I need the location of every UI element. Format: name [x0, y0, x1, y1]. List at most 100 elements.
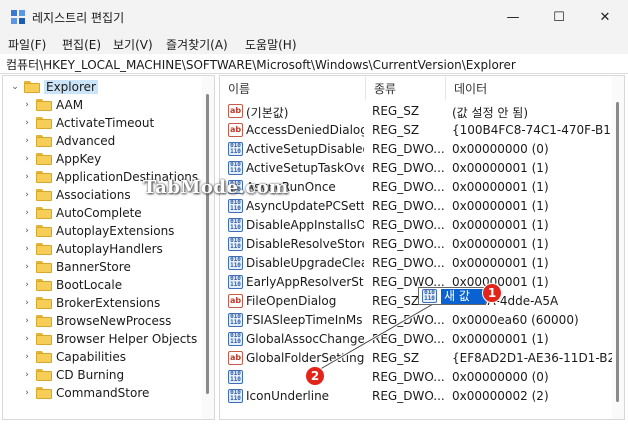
chevron-right-icon[interactable]: › — [21, 330, 33, 348]
tree-item[interactable]: › AutoplayHandlers — [21, 240, 163, 258]
tree-item[interactable]: › Advanced — [21, 132, 115, 150]
value-name: FileOpenDialog — [246, 294, 337, 308]
address-bar[interactable]: 컴퓨터\HKEY_LOCAL_MACHINE\SOFTWARE\Microsof… — [0, 54, 628, 74]
value-name: EarlyAppResolverStart — [246, 275, 364, 289]
value-row[interactable]: 010110AsyncUpdatePCSetti... REG_DWO... 0x0… — [220, 197, 612, 216]
value-row[interactable]: 010 110 FSIASleepTimeInMs REG_DWO... 0x0000e… — [220, 311, 612, 330]
folder-icon — [36, 315, 52, 327]
column-data[interactable]: 데이터 — [446, 76, 616, 100]
menu-file[interactable]: 파일(F) — [8, 36, 46, 53]
value-data: {EF8AD2D1-AE36-11D1-B2D — [452, 351, 612, 365]
value-name: IconUnderline — [246, 389, 330, 403]
value-type: REG_DWO... — [372, 218, 444, 232]
tree-scrollbar[interactable] — [202, 76, 214, 419]
tree-item[interactable]: › AAM — [21, 96, 83, 114]
chevron-right-icon[interactable]: › — [21, 384, 33, 402]
value-type: REG_SZ — [372, 351, 420, 365]
values-list-pane[interactable]: 이름 종류 데이터 ab (기본값) REG_SZ (값 설정 안 됨) ab Acces… — [219, 75, 625, 420]
binary-value-icon: 010 110 — [228, 332, 243, 346]
chevron-right-icon[interactable]: › — [21, 276, 33, 294]
folder-icon — [36, 153, 52, 165]
value-type: REG_DWO... — [372, 161, 444, 175]
chevron-right-icon[interactable]: › — [21, 186, 33, 204]
value-type: REG_DWO... — [372, 370, 444, 384]
value-name: ActiveSetupTaskOve... — [246, 161, 364, 175]
value-row[interactable]: 010110ActiveSetupTaskOve... REG_DWO... 0x0… — [220, 159, 612, 178]
tree-item[interactable]: › Browser Helper Objects — [21, 330, 197, 348]
chevron-right-icon[interactable]: › — [21, 168, 33, 186]
chevron-right-icon[interactable]: › — [21, 294, 33, 312]
close-button[interactable]: ✕ — [582, 0, 628, 34]
chevron-right-icon[interactable]: › — [21, 114, 33, 132]
tree-item[interactable]: › AutoComplete — [21, 204, 142, 222]
tree-item[interactable]: › CommandStore — [21, 384, 149, 402]
binary-value-icon: 010 110 — [228, 237, 243, 251]
scroll-thumb[interactable] — [206, 94, 209, 394]
chevron-right-icon[interactable]: › — [21, 222, 33, 240]
chevron-right-icon[interactable]: › — [21, 96, 33, 114]
chevron-down-icon[interactable]: ⌄ — [9, 78, 21, 96]
folder-icon — [36, 351, 52, 363]
value-row[interactable]: 010110DisableResolveStore... REG_DWO... 0x… — [220, 235, 612, 254]
value-row[interactable]: 010 110 IconUnderline REG_DWO... 0x00000002 … — [220, 387, 612, 406]
value-row[interactable]: 010 110 DisableAppInstallsO... REG_DWO... 0x… — [220, 216, 612, 235]
value-row[interactable]: 010110HubModeREG_DWO...0x00000000 (0) — [220, 368, 612, 387]
binary-value-icon: 010 110 — [228, 275, 243, 289]
menu-favorites[interactable]: 즐겨찾기(A) — [166, 36, 228, 53]
value-row[interactable]: 010110EarlyAppResolverStartREG_DWO...0x0… — [220, 273, 612, 292]
watermark: TabMode.com — [143, 177, 289, 198]
tree-item[interactable]: › AppKey — [21, 150, 101, 168]
value-name: ActiveSetupDisabled — [246, 142, 364, 156]
key-tree-pane[interactable]: ⌄ Explorer › AAM › ActivateTimeout › Advanced… — [2, 75, 215, 420]
menu-view[interactable]: 보기(V) — [113, 36, 153, 53]
string-value-icon: ab — [228, 294, 243, 308]
tree-item[interactable]: › CD Burning — [21, 366, 124, 384]
value-row[interactable]: 010110DisableUpgradeClea... REG_DWO... 0x0… — [220, 254, 612, 273]
value-type: REG_DWO... — [372, 180, 444, 194]
menu-help[interactable]: 도움말(H) — [245, 36, 297, 53]
column-type[interactable]: 종류 — [366, 76, 446, 100]
chevron-right-icon[interactable]: › — [21, 132, 33, 150]
chevron-right-icon[interactable]: › — [21, 150, 33, 168]
chevron-right-icon[interactable]: › — [21, 348, 33, 366]
tree-item-label: Advanced — [56, 134, 116, 148]
binary-value-icon: 010 110 — [228, 389, 243, 403]
step-badge-1: 1 — [482, 283, 502, 303]
maximize-button[interactable]: ☐ — [536, 0, 582, 34]
value-name: DisableUpgradeClea... — [246, 256, 364, 270]
list-scrollbar[interactable] — [612, 76, 624, 419]
chevron-right-icon[interactable]: › — [21, 240, 33, 258]
address-path[interactable]: 컴퓨터\HKEY_LOCAL_MACHINE\SOFTWARE\Microsof… — [6, 56, 516, 73]
menu-edit[interactable]: 편집(E) — [62, 36, 101, 53]
tree-item[interactable]: › Capabilities — [21, 348, 126, 366]
tree-item-label: AutoplayExtensions — [56, 224, 175, 238]
tree-item-label: CommandStore — [56, 386, 150, 400]
value-type: REG_DWO... — [372, 142, 444, 156]
tree-item[interactable]: › Associations — [21, 186, 131, 204]
value-row[interactable]: ab FileOpenDialog REG_SZ C-E88A-4dde-A5A — [220, 292, 612, 311]
tree-item[interactable]: › BrowseNewProcess — [21, 312, 171, 330]
value-row[interactable]: ab AccessDeniedDialog REG_SZ {100B4FC8-74C1… — [220, 121, 612, 140]
tree-item-label: BrokerExtensions — [56, 296, 161, 310]
tree-item[interactable]: › BootLocale — [21, 276, 122, 294]
tree-item-label: ActivateTimeout — [56, 116, 155, 130]
chevron-right-icon[interactable]: › — [21, 312, 33, 330]
tree-item-explorer[interactable]: ⌄ Explorer — [9, 78, 98, 96]
chevron-right-icon[interactable]: › — [21, 366, 33, 384]
scroll-thumb[interactable] — [616, 102, 619, 402]
value-row[interactable]: 010 110 GlobalAssocChange... REG_DWO... 0x00… — [220, 330, 612, 349]
value-row[interactable]: ab GlobalFolderSettings REG_SZ {EF8AD2D1-AE… — [220, 349, 612, 368]
value-row[interactable]: ab (기본값) REG_SZ (값 설정 안 됨) — [220, 102, 612, 121]
tree-item[interactable]: › AutoplayExtensions — [21, 222, 174, 240]
tree-item[interactable]: › BrokerExtensions — [21, 294, 160, 312]
value-data: 0x00000001 (1) — [452, 256, 549, 270]
chevron-right-icon[interactable]: › — [21, 258, 33, 276]
tree-item[interactable]: › ActivateTimeout — [21, 114, 154, 132]
column-name[interactable]: 이름 — [220, 76, 366, 100]
tree-item-label: Associations — [56, 188, 131, 202]
tree-item[interactable]: › BannerStore — [21, 258, 131, 276]
tree-item-label: Explorer — [44, 80, 98, 94]
chevron-right-icon[interactable]: › — [21, 204, 33, 222]
minimize-button[interactable]: — — [490, 0, 536, 34]
value-row[interactable]: 010 110 ActiveSetupDisabled REG_DWO... 0x000… — [220, 140, 612, 159]
